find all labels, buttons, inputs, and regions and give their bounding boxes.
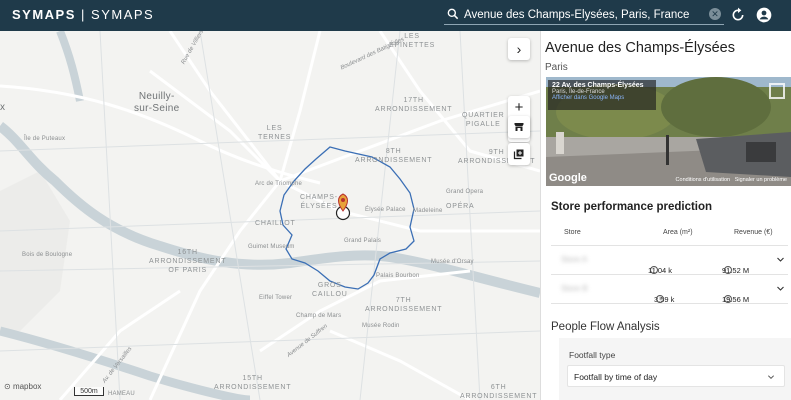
map-label-neuilly: Neuilly- sur-Seine [134, 91, 180, 114]
map-poi-madeleine: Madeleine [413, 208, 443, 214]
info-icon[interactable]: i [650, 266, 658, 274]
street-view-image[interactable]: 22 Av. des Champs-Élysées Paris, Île-de-… [546, 77, 791, 186]
mapbox-logo-icon: ⊙ [4, 382, 11, 391]
street-view-address: 22 Av. des Champs-Élysées [552, 82, 644, 89]
map-poi-champ-de-mars: Champ de Mars [296, 313, 342, 319]
street-view-footer: Conditions d'utilisation Signaler un pro… [676, 177, 787, 183]
people-flow-title: People Flow Analysis [551, 321, 660, 333]
map-label-hameau: HAMEAU [108, 391, 135, 397]
store-name: Store A [561, 255, 588, 264]
map-label-opera: OPÉRA [446, 203, 475, 210]
panel-subtitle: Paris [545, 62, 568, 73]
map-label-bois-de-boulogne: Bois de Boulogne [22, 252, 73, 258]
search-bar: ✕ [444, 5, 724, 25]
add-layer-button[interactable] [508, 143, 530, 165]
mapbox-logo[interactable]: ⊙ mapbox [4, 382, 41, 391]
mapbox-logo-text: mapbox [12, 382, 42, 391]
report-problem-link[interactable]: Signaler un problème [735, 177, 787, 183]
map-poi-eiffel: Eiffel Tower [259, 295, 293, 301]
brand-light: SYMAPS [91, 7, 155, 22]
brand-bold: SYMAPS [12, 7, 76, 22]
brand-logo[interactable]: SYMAPS | SYMAPS [12, 7, 154, 22]
search-input[interactable] [464, 6, 704, 23]
map-canvas[interactable]: Neuilly- sur-Seine x Île de Puteaux Bois… [0, 31, 540, 400]
collapse-panel-button[interactable]: › [508, 38, 530, 60]
clear-search-icon[interactable]: ✕ [709, 8, 721, 20]
map-poi-grand-palais: Grand Palais [344, 238, 382, 244]
store-name: Store B [561, 284, 588, 293]
map-label-arr16: 16TH ARRONDISSEMENT OF PARIS [149, 249, 227, 274]
footfall-type-select[interactable]: Footfall by time of day [567, 365, 785, 387]
map-label-ile-de-puteaux: Île de Puteaux [24, 136, 66, 142]
table-row[interactable]: Store B 3.59 ki 19.56 Mi [551, 275, 788, 304]
refresh-icon[interactable] [730, 7, 746, 23]
map-label-x: x [0, 102, 6, 113]
chevron-down-icon[interactable] [776, 284, 785, 293]
info-icon[interactable]: i [656, 295, 664, 303]
search-icon[interactable] [446, 7, 460, 21]
footfall-type-label: Footfall type [569, 350, 616, 360]
map-label-quartier-pigalle: QUARTIER PIGALLE [462, 112, 505, 128]
table-header: Store Area (m²) Revenue (€) [551, 220, 788, 246]
header-revenue: Revenue (€) [734, 229, 773, 236]
map-poi-musee-orsay: Musée d'Orsay [431, 259, 474, 265]
map-label-arr17: 17TH ARRONDISSEMENT [375, 97, 453, 113]
chevron-down-icon[interactable] [776, 255, 785, 264]
map-scale-bar: 500m [74, 387, 104, 396]
map-label-gros-caillou: GROS CAILLOU [312, 282, 348, 298]
map-label-les-ternes: LES TERNES [258, 125, 292, 141]
store-layer-button[interactable] [508, 116, 530, 138]
fullscreen-icon[interactable] [769, 83, 785, 99]
map-base [0, 31, 540, 400]
info-icon[interactable]: i [724, 295, 732, 303]
terms-link[interactable]: Conditions d'utilisation [676, 177, 731, 183]
storefront-icon [514, 123, 524, 131]
map-label-chaillot: CHAILLOT [255, 220, 296, 227]
map-label-arr7: 7TH ARRONDISSEMENT [365, 297, 443, 313]
table-row[interactable]: Store A 11.04 ki 91.52 Mi [551, 246, 788, 275]
chevron-down-icon [767, 375, 775, 380]
library-add-icon [513, 149, 524, 160]
map-label-champs-elysees: CHAMPS- ÉLYSÉES [300, 194, 338, 210]
brand-separator: | [81, 7, 86, 22]
map-poi-arc-de-triomphe: Arc de Triomphe [255, 181, 303, 187]
map-poi-palais-bourbon: Palais Bourbon [376, 273, 420, 279]
store-performance-table: Store Area (m²) Revenue (€) Store A 11.0… [551, 220, 788, 304]
map-poi-grand-opera: Grand Opera [446, 189, 484, 195]
street-view-info-card: 22 Av. des Champs-Élysées Paris, Île-de-… [548, 80, 656, 110]
map-poi-musee-rodin: Musée Rodin [362, 323, 400, 329]
footfall-type-value: Footfall by time of day [574, 372, 658, 382]
google-logo: Google [549, 172, 587, 184]
location-details-panel: Avenue des Champs-Élysées Paris 22 Av. d… [540, 31, 791, 400]
map-label-arr6: 6TH ARRONDISSEMENT [460, 384, 538, 400]
info-icon[interactable]: i [724, 266, 732, 274]
header-store: Store [564, 229, 581, 236]
header-area: Area (m²) [663, 229, 693, 236]
map-poi-elysee-palace: Élysée Palace [365, 207, 406, 213]
store-performance-title: Store performance prediction [551, 201, 713, 213]
open-in-google-maps-link[interactable]: Afficher dans Google Maps [552, 95, 652, 101]
panel-title: Avenue des Champs-Élysées [545, 40, 735, 56]
map-label-arr8: 8TH ARRONDISSEMENT [355, 148, 433, 164]
map-poi-guimet: Guimet Museum [248, 244, 295, 250]
map-label-arr15: 15TH ARRONDISSEMENT [214, 375, 292, 391]
footfall-settings: Footfall type Footfall by time of day [559, 338, 791, 400]
top-bar: SYMAPS | SYMAPS ✕ [0, 0, 791, 31]
account-icon[interactable] [756, 7, 772, 23]
